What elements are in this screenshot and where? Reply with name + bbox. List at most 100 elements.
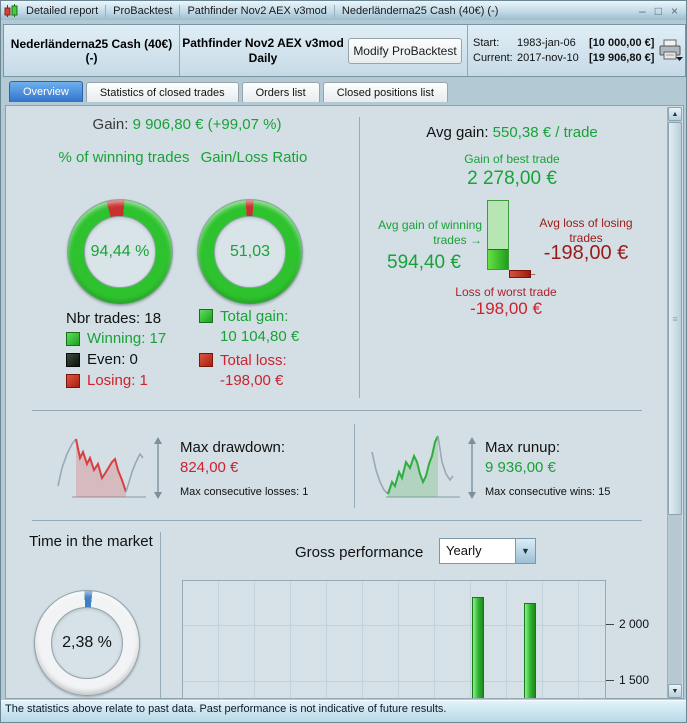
- window-controls: – □ ×: [639, 4, 686, 18]
- winning-color-swatch: [66, 331, 80, 346]
- current-row: Current: 2017-nov-10 [19 906,80 €]: [473, 51, 654, 66]
- report-header: Nederländerna25 Cash (40€) (-) Pathfinde…: [3, 24, 686, 77]
- thumb-grip-icon: ≡: [672, 313, 678, 324]
- period-dropdown-value: Yearly: [439, 538, 515, 564]
- start-value: [10 000,00 €]: [589, 36, 655, 49]
- gain-loss-ratio-gauge: 51,03: [197, 199, 303, 305]
- even-count: Even: 0: [87, 351, 138, 368]
- vertical-scrollbar[interactable]: ▲ ≡ ▼: [667, 107, 682, 698]
- disclaimer-text: The statistics above relate to past data…: [5, 703, 447, 715]
- avg-loss-value: -198,00 €: [543, 242, 629, 264]
- gain-headline: Gain: 9 906,80 € (+99,07 %): [22, 116, 352, 133]
- gross-performance-label: Gross performance: [295, 544, 424, 561]
- tab-statistics-of-closed-trades[interactable]: Statistics of closed trades: [85, 82, 239, 102]
- total-gain-swatch: [199, 309, 213, 323]
- column-divider: [354, 424, 355, 508]
- avg-gain-value: 550,38 € / trade: [492, 124, 598, 141]
- winning-count: Winning: 17: [87, 330, 167, 347]
- y-axis-tick-label: 2 000: [606, 617, 649, 631]
- legend-winning: Winning: 17: [66, 330, 166, 347]
- scrollbar-thumb[interactable]: ≡: [668, 122, 682, 515]
- total-gain-label: Total gain:: [220, 308, 289, 325]
- arrow-left-icon: ←: [524, 264, 538, 280]
- title-part: Detailed report: [19, 4, 107, 17]
- max-runup-value: 9 936,00 €: [485, 459, 556, 476]
- instrument-name: Nederländerna25 Cash (40€) (-): [4, 25, 180, 76]
- max-runup-label: Max runup:: [485, 439, 561, 456]
- runup-chart-icon: [371, 435, 476, 499]
- separator: [32, 520, 642, 521]
- ratio-gauge-title: Gain/Loss Ratio: [200, 149, 308, 166]
- status-bar: The statistics above relate to past data…: [1, 700, 686, 722]
- title-part: Pathfinder Nov2 AEX v3mod: [180, 4, 335, 17]
- minimize-button[interactable]: –: [639, 4, 646, 18]
- best-trade-label: Gain of best trade: [464, 152, 560, 166]
- strategy-cell: Pathfinder Nov2 AEX v3mod Daily Modify P…: [180, 25, 468, 76]
- max-consecutive-losses: Max consecutive losses: 1: [180, 486, 309, 498]
- avg-win-bar: [488, 249, 508, 269]
- start-row: Start: 1983-jan-06 [10 000,00 €]: [473, 36, 654, 51]
- avg-gain-label: Avg gain:: [426, 124, 489, 141]
- ratio-gauge-value: 51,03: [229, 243, 271, 260]
- avg-win-label: Avg gain of winning trades →: [358, 218, 482, 248]
- gridline: [183, 624, 605, 626]
- max-drawdown-value: 824,00 €: [180, 459, 239, 476]
- date-rows: Start: 1983-jan-06 [10 000,00 €] Current…: [473, 36, 654, 66]
- best-trade-value: 2 278,00 €: [467, 168, 557, 189]
- detailed-report-window: Detailed report ProBacktest Pathfinder N…: [0, 0, 687, 723]
- title-bar: Detailed report ProBacktest Pathfinder N…: [1, 1, 686, 20]
- worst-trade-label: Loss of worst trade: [455, 285, 557, 299]
- tab-closed-positions-list[interactable]: Closed positions list: [322, 82, 448, 102]
- nbr-trades: Nbr trades: 18: [66, 310, 162, 327]
- column-divider: [359, 117, 360, 398]
- current-label: Current:: [473, 51, 513, 64]
- dates-cell: Start: 1983-jan-06 [10 000,00 €] Current…: [468, 25, 685, 76]
- performance-bar: [472, 597, 484, 698]
- losing-count: Losing: 1: [87, 372, 148, 389]
- performance-bar: [524, 603, 536, 698]
- separator: [32, 410, 642, 411]
- drawdown-chart-icon: [57, 437, 162, 499]
- arrow-right-icon: →: [470, 233, 482, 247]
- winning-gauge-value: 94,44 %: [90, 243, 150, 260]
- scroll-down-button[interactable]: ▼: [668, 684, 682, 698]
- close-button[interactable]: ×: [671, 4, 678, 18]
- tab-orders-list[interactable]: Orders list: [241, 82, 320, 102]
- runup-stats: Max runup: 9 936,00 € Max consecutive wi…: [485, 438, 610, 502]
- legend-even: Even: 0: [66, 351, 138, 368]
- legend-losing: Losing: 1: [66, 372, 148, 389]
- modify-probacktest-button[interactable]: Modify ProBacktest: [348, 37, 462, 64]
- start-label: Start:: [473, 36, 500, 49]
- winning-gauge-title: % of winning trades: [58, 149, 190, 166]
- current-date: 2017-nov-10: [517, 51, 579, 64]
- avg-win-label-text: Avg gain of winning trades: [378, 218, 482, 247]
- start-date: 1983-jan-06: [517, 36, 576, 49]
- winning-trades-gauge: 94,44 %: [67, 199, 173, 305]
- tab-bar: Overview Statistics of closed trades Ord…: [9, 81, 448, 102]
- current-value: [19 906,80 €]: [589, 51, 655, 64]
- candlestick-logo-icon: [4, 3, 18, 17]
- gross-performance-plot: [182, 580, 606, 699]
- total-loss-value: -198,00 €: [220, 372, 284, 389]
- chevron-down-icon[interactable]: ▼: [515, 538, 536, 564]
- total-loss-label: Total loss:: [220, 352, 287, 369]
- gain-value: 9 906,80 € (+99,07 %): [132, 116, 282, 133]
- scroll-up-button[interactable]: ▲: [668, 107, 682, 121]
- drawdown-stats: Max drawdown: 824,00 € Max consecutive l…: [180, 438, 308, 502]
- gridline: [183, 681, 605, 683]
- worst-trade-value: -198,00 €: [470, 299, 542, 318]
- avg-win-value: 594,40 €: [387, 252, 461, 273]
- strategy-timeframe: Daily: [248, 50, 278, 65]
- gain-label: Gain:: [92, 116, 129, 133]
- tab-overview[interactable]: Overview: [9, 81, 83, 102]
- time-in-market-title: Time in the market: [29, 533, 153, 550]
- title-part: Nederländerna25 Cash (40€) (-): [341, 4, 499, 17]
- maximize-button[interactable]: □: [655, 4, 662, 18]
- total-loss-swatch: [199, 353, 213, 367]
- y-axis-tick-label: 1 500: [606, 673, 649, 687]
- print-button[interactable]: [654, 39, 685, 63]
- losing-color-swatch: [66, 373, 80, 388]
- period-dropdown[interactable]: Yearly ▼: [439, 538, 536, 564]
- max-drawdown-label: Max drawdown:: [180, 439, 286, 456]
- time-in-market-gauge: 2,38 %: [34, 590, 140, 696]
